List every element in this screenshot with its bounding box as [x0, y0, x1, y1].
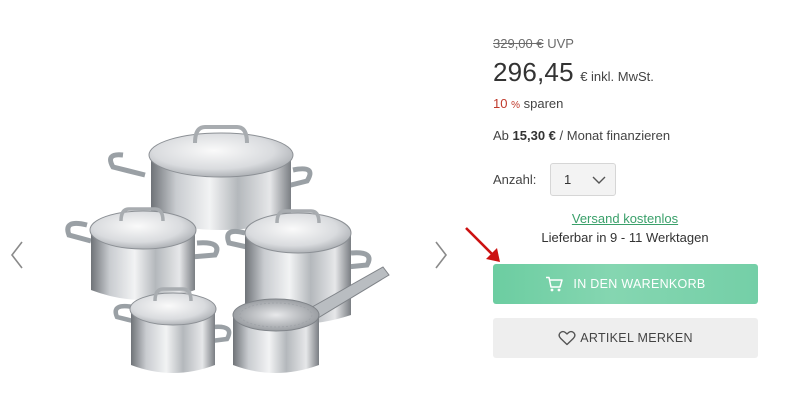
wishlist-button[interactable]: ARTIKEL MERKEN: [493, 318, 758, 358]
quantity-select[interactable]: 1: [550, 163, 616, 196]
delivery-time: Lieferbar in 9 - 11 Werktagen: [541, 230, 709, 245]
finance-prefix: Ab: [493, 128, 509, 143]
price-tax-note: € inkl. MwSt.: [580, 69, 654, 84]
old-price: 329,00 € UVP: [493, 36, 574, 51]
product-image[interactable]: [55, 115, 400, 390]
add-to-cart-label: IN DEN WARENKORB: [573, 277, 706, 291]
finance-amount: 15,30 €: [512, 128, 556, 143]
savings-percent-value: 10: [493, 96, 508, 111]
gallery-next-button[interactable]: [430, 238, 452, 272]
heart-icon: [558, 330, 576, 346]
chevron-down-icon: [592, 176, 606, 184]
price-row: 296,45 € inkl. MwSt.: [493, 57, 654, 88]
savings: 10 % sparen: [493, 96, 563, 111]
add-to-cart-button[interactable]: IN DEN WARENKORB: [493, 264, 758, 304]
product-gallery: [0, 0, 460, 404]
savings-text: sparen: [523, 96, 564, 111]
free-shipping-link[interactable]: Versand kostenlos: [493, 211, 757, 226]
finance-info: Ab 15,30 € / Monat finanzieren: [493, 128, 670, 143]
quantity-value: 1: [564, 172, 572, 187]
finance-suffix: / Monat finanzieren: [559, 128, 671, 143]
current-price: 296,45: [493, 57, 574, 87]
pot-small: [113, 287, 232, 373]
savings-percent: 10 %: [493, 96, 520, 111]
chevron-right-icon: [435, 241, 448, 269]
annotation-arrow-icon: [465, 227, 500, 262]
wishlist-label: ARTIKEL MERKEN: [580, 331, 693, 345]
old-price-value: 329,00 €: [493, 36, 544, 51]
cart-icon: [546, 276, 564, 292]
chevron-left-icon: [10, 241, 23, 269]
savings-percent-sign: %: [511, 100, 520, 111]
old-price-suffix: UVP: [547, 36, 574, 51]
quantity-label: Anzahl:: [493, 172, 537, 187]
gallery-prev-button[interactable]: [6, 238, 28, 272]
